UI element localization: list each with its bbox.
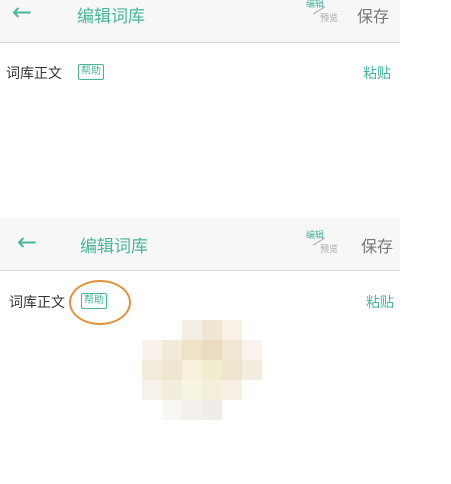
save-button[interactable]: 保存 bbox=[361, 233, 393, 257]
paste-button[interactable]: 粘贴 bbox=[366, 292, 394, 312]
app-bar: ← 编辑词库 编辑 预览 保存 bbox=[0, 0, 400, 43]
edit-preview-toggle[interactable]: 编辑 预览 bbox=[302, 228, 344, 256]
section-label: 词库正文 bbox=[9, 295, 65, 311]
app-bar: ← 编辑词库 编辑 预览 保存 bbox=[0, 218, 400, 271]
page-title: 编辑词库 bbox=[80, 237, 148, 257]
screen-panel-top: ← 编辑词库 编辑 预览 保存 词库正文 帮助 粘贴 bbox=[0, 0, 400, 200]
highlight-circle bbox=[69, 280, 131, 325]
help-button[interactable]: 帮助 bbox=[78, 64, 104, 80]
pixelated-watermark bbox=[122, 320, 262, 420]
section-label: 词库正文 bbox=[6, 66, 62, 82]
back-arrow-icon[interactable]: ← bbox=[12, 0, 32, 24]
save-button[interactable]: 保存 bbox=[357, 3, 389, 27]
back-arrow-icon[interactable]: ← bbox=[17, 230, 37, 254]
paste-button[interactable]: 粘贴 bbox=[363, 63, 391, 83]
page-title: 编辑词库 bbox=[77, 7, 145, 27]
mode-preview-label: 预览 bbox=[320, 245, 339, 255]
mode-preview-label: 预览 bbox=[320, 14, 339, 24]
edit-preview-toggle[interactable]: 编辑 预览 bbox=[302, 0, 344, 25]
